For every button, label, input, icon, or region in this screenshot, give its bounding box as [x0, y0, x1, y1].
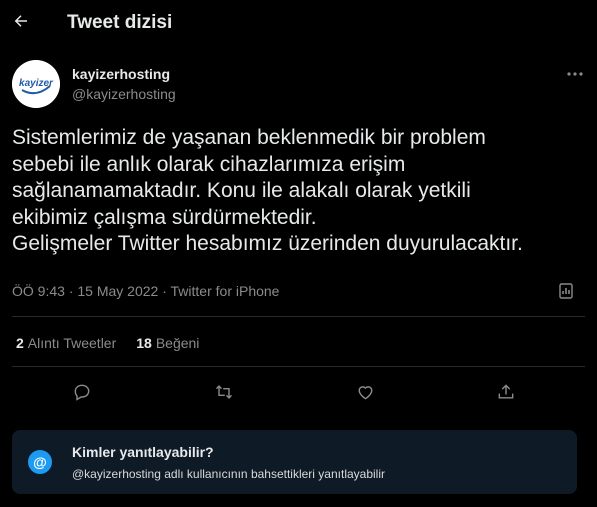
more-options-button[interactable]: [565, 66, 585, 82]
engagement-counts: 2 Alıntı Tweetler 18 Beğeni: [16, 335, 199, 351]
reply-icon: [74, 384, 90, 401]
tweet-text-line: sağlanamamaktadır. Konu ile alakalı olar…: [12, 179, 471, 202]
divider: [12, 316, 585, 317]
likes-count[interactable]: 18 Beğeni: [136, 335, 199, 351]
analytics-button[interactable]: [557, 282, 575, 300]
likes-label: Beğeni: [155, 335, 200, 351]
like-button[interactable]: [353, 380, 377, 404]
tweet-text-line: Gelişmeler Twitter hesabımız üzerinden d…: [12, 232, 523, 255]
svg-text:kayizer: kayizer: [19, 78, 54, 89]
share-button[interactable]: [494, 380, 518, 404]
divider: [12, 366, 585, 367]
meta-separator: ·: [162, 283, 167, 299]
reply-restriction-title: Kimler yanıtlayabilir?: [72, 444, 214, 460]
tweet-actions: [12, 380, 585, 408]
share-icon: [498, 384, 514, 399]
author-name[interactable]: kayizerhosting: [72, 66, 170, 82]
more-horizontal-icon: [567, 72, 583, 76]
reply-button[interactable]: [70, 380, 94, 404]
tweet-author: kayizer kayizerhosting @kayizerhosting: [12, 60, 585, 112]
back-button[interactable]: [10, 10, 32, 32]
quote-tweets-number: 2: [16, 335, 24, 351]
meta-separator: ·: [68, 283, 74, 299]
analytics-icon: [559, 283, 573, 299]
page-title: Tweet dizisi: [67, 12, 173, 33]
quote-tweets-count[interactable]: 2 Alıntı Tweetler: [16, 335, 116, 351]
top-bar: Tweet dizisi: [0, 0, 597, 48]
tweet-source-link[interactable]: Twitter for iPhone: [171, 283, 280, 299]
reply-restriction-notice: @ Kimler yanıtlayabilir? @kayizerhosting…: [12, 430, 577, 494]
at-icon: @: [28, 450, 52, 474]
kayizer-logo: kayizer: [12, 60, 60, 108]
quote-tweets-label: Alıntı Tweetler: [27, 335, 117, 351]
retweet-button[interactable]: [212, 380, 236, 404]
reply-restriction-subtitle: @kayizerhosting adlı kullanıcının bahset…: [72, 467, 386, 481]
avatar[interactable]: kayizer: [12, 60, 60, 108]
tweet-time: ÖÖ 9:43: [12, 283, 65, 299]
like-icon: [358, 386, 372, 400]
retweet-icon: [215, 385, 233, 399]
likes-number: 18: [136, 335, 152, 351]
tweet-date: 15 May 2022: [77, 283, 159, 299]
tweet-text-line: Sistemlerimiz de yaşanan beklenmedik bir…: [12, 126, 486, 149]
author-handle[interactable]: @kayizerhosting: [72, 86, 176, 102]
tweet-text-line: ekibimiz çalışma sürdürmektedir.: [12, 205, 317, 229]
arrow-left-icon: [14, 15, 27, 27]
tweet-text: Sistemlerimiz de yaşanan beklenmedik bir…: [12, 125, 584, 258]
tweet-meta: ÖÖ 9:43 · 15 May 2022 · Twitter for iPho…: [12, 283, 279, 299]
tweet-time-link[interactable]: ÖÖ 9:43 · 15 May 2022: [12, 283, 158, 299]
tweet-text-line: sebebi ile anlık olarak cihazlarımıza er…: [12, 152, 406, 176]
